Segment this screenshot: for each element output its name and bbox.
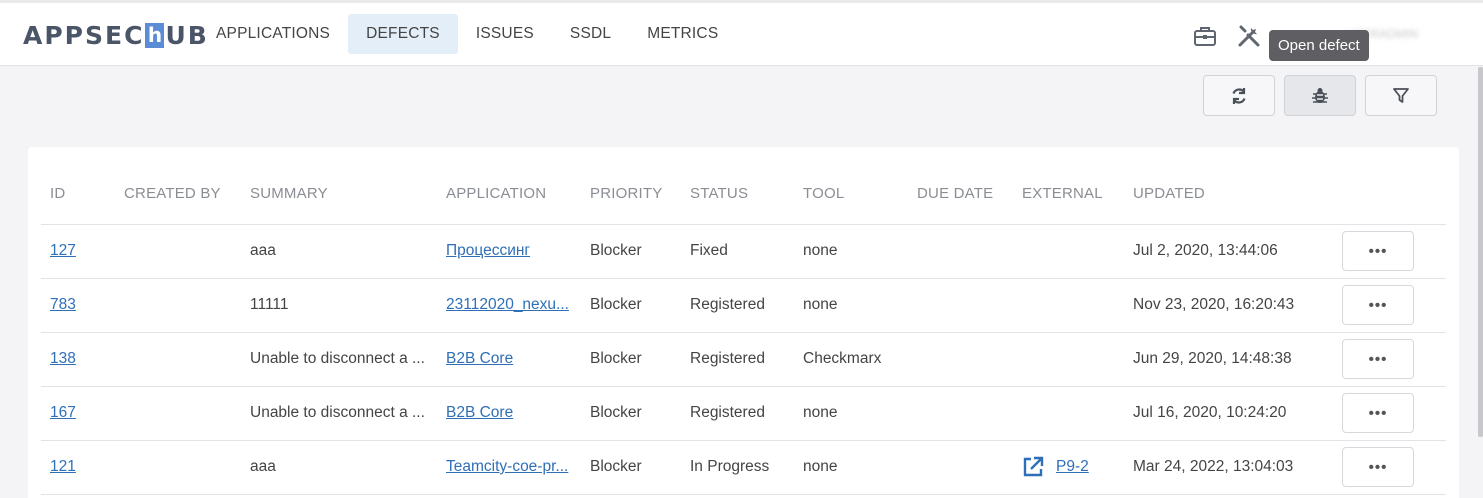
logo-h-mark: h	[145, 22, 165, 48]
cell-updated: Nov 23, 2020, 16:20:43	[1124, 278, 1333, 333]
top-icons	[1192, 23, 1280, 49]
nav-defects[interactable]: DEFECTS	[348, 14, 458, 54]
cell-created-by	[115, 278, 241, 333]
application-link[interactable]: Teamcity-coe-pr...	[446, 458, 568, 475]
table-row[interactable]: 167 Unable to disconnect a ... B2B Core …	[41, 386, 1446, 441]
col-external[interactable]: EXTERNAL	[1013, 164, 1124, 225]
col-actions	[1333, 164, 1446, 225]
cell-updated: Mar 24, 2022, 13:04:03	[1124, 440, 1333, 495]
defect-id-link[interactable]: 783	[50, 296, 76, 313]
filter-button[interactable]	[1365, 75, 1437, 116]
defects-card: ID CREATED BY SUMMARY APPLICATION PRIORI…	[28, 147, 1459, 498]
table-row[interactable]: 783 11111 23112020_nexu... Blocker Regis…	[41, 278, 1446, 333]
open-defect-button[interactable]	[1284, 75, 1356, 116]
col-summary[interactable]: SUMMARY	[241, 164, 437, 225]
cell-due-date	[908, 224, 1013, 279]
more-actions-button[interactable]: •••	[1342, 231, 1414, 271]
cell-status: Fixed	[681, 224, 794, 279]
defect-id-link[interactable]: 138	[50, 350, 76, 367]
application-link[interactable]: B2B Core	[446, 350, 513, 367]
cell-due-date	[908, 386, 1013, 441]
cell-external	[1013, 332, 1124, 387]
cell-summary: Unable to disconnect a ...	[241, 332, 437, 387]
toolbar	[0, 67, 1483, 125]
cell-created-by	[115, 224, 241, 279]
cell-status: Registered	[681, 278, 794, 333]
cell-due-date	[908, 278, 1013, 333]
logo-text-left: APPSEC	[23, 20, 145, 50]
col-tool[interactable]: TOOL	[794, 164, 908, 225]
application-link[interactable]: Процессинг	[446, 242, 530, 259]
cell-updated: Jul 16, 2020, 10:24:20	[1124, 386, 1333, 441]
cell-priority: Blocker	[581, 224, 681, 279]
col-id[interactable]: ID	[41, 164, 115, 225]
cell-priority: Blocker	[581, 386, 681, 441]
nav-issues[interactable]: ISSUES	[458, 14, 552, 54]
more-actions-button[interactable]: •••	[1342, 447, 1414, 487]
defects-table: ID CREATED BY SUMMARY APPLICATION PRIORI…	[41, 164, 1446, 495]
col-created-by[interactable]: CREATED BY	[115, 164, 241, 225]
cell-summary: 11111	[241, 278, 437, 333]
cell-created-by	[115, 332, 241, 387]
defect-id-link[interactable]: 127	[50, 242, 76, 259]
cell-tool: none	[794, 278, 908, 333]
col-application[interactable]: APPLICATION	[437, 164, 581, 225]
cell-updated: Jun 29, 2020, 14:48:38	[1124, 332, 1333, 387]
app-logo[interactable]: APPSEC h UB	[23, 20, 209, 50]
cell-priority: Blocker	[581, 278, 681, 333]
external-ticket-link[interactable]: P9-2	[1056, 458, 1089, 476]
col-updated[interactable]: UPDATED	[1124, 164, 1333, 225]
col-due-date[interactable]: DUE DATE	[908, 164, 1013, 225]
cell-tool: none	[794, 440, 908, 495]
application-link[interactable]: B2B Core	[446, 404, 513, 421]
table-row[interactable]: 138 Unable to disconnect a ... B2B Core …	[41, 332, 1446, 387]
cell-external	[1013, 278, 1124, 333]
main-nav: APPLICATIONS DEFECTS ISSUES SSDL METRICS	[198, 14, 736, 54]
bug-icon	[1312, 87, 1328, 103]
cell-due-date	[908, 440, 1013, 495]
col-status[interactable]: STATUS	[681, 164, 794, 225]
cell-summary: aaa	[241, 440, 437, 495]
external-link-icon[interactable]	[1022, 456, 1044, 478]
external-link-group: P9-2	[1022, 456, 1124, 478]
cell-external	[1013, 386, 1124, 441]
cell-priority: Blocker	[581, 332, 681, 387]
cell-created-by	[115, 440, 241, 495]
cell-status: Registered	[681, 386, 794, 441]
defect-id-link[interactable]: 121	[50, 458, 76, 475]
col-priority[interactable]: PRIORITY	[581, 164, 681, 225]
nav-applications[interactable]: APPLICATIONS	[198, 14, 348, 54]
cell-tool: none	[794, 386, 908, 441]
more-actions-button[interactable]: •••	[1342, 393, 1414, 433]
application-link[interactable]: 23112020_nexu...	[446, 296, 569, 313]
more-actions-button[interactable]: •••	[1342, 339, 1414, 379]
cell-priority: Blocker	[581, 440, 681, 495]
cell-status: In Progress	[681, 440, 794, 495]
cell-summary: aaa	[241, 224, 437, 279]
cell-external	[1013, 224, 1124, 279]
nav-ssdl[interactable]: SSDL	[552, 14, 629, 54]
defect-id-link[interactable]: 167	[50, 404, 76, 421]
tooltip: Open defect	[1269, 30, 1369, 61]
cell-summary: Unable to disconnect a ...	[241, 386, 437, 441]
filter-icon	[1393, 87, 1409, 103]
scrollbar[interactable]	[1478, 67, 1483, 437]
cell-updated: Jul 2, 2020, 13:44:06	[1124, 224, 1333, 279]
table-header-row: ID CREATED BY SUMMARY APPLICATION PRIORI…	[41, 164, 1446, 225]
cell-created-by	[115, 386, 241, 441]
briefcase-icon[interactable]	[1192, 23, 1218, 49]
more-actions-button[interactable]: •••	[1342, 285, 1414, 325]
refresh-icon	[1232, 87, 1246, 104]
nav-metrics[interactable]: METRICS	[629, 14, 736, 54]
top-bar: APPSEC h UB APPLICATIONS DEFECTS ISSUES SS…	[0, 0, 1483, 66]
cell-due-date	[908, 332, 1013, 387]
tools-icon[interactable]	[1236, 23, 1262, 49]
table-row[interactable]: 121 aaa Teamcity-coe-pr... Blocker In Pr…	[41, 440, 1446, 495]
cell-tool: Checkmarx	[794, 332, 908, 387]
table-row[interactable]: 127 aaa Процессинг Blocker Fixed none Ju…	[41, 224, 1446, 279]
cell-status: Registered	[681, 332, 794, 387]
cell-tool: none	[794, 224, 908, 279]
refresh-button[interactable]	[1203, 75, 1275, 116]
